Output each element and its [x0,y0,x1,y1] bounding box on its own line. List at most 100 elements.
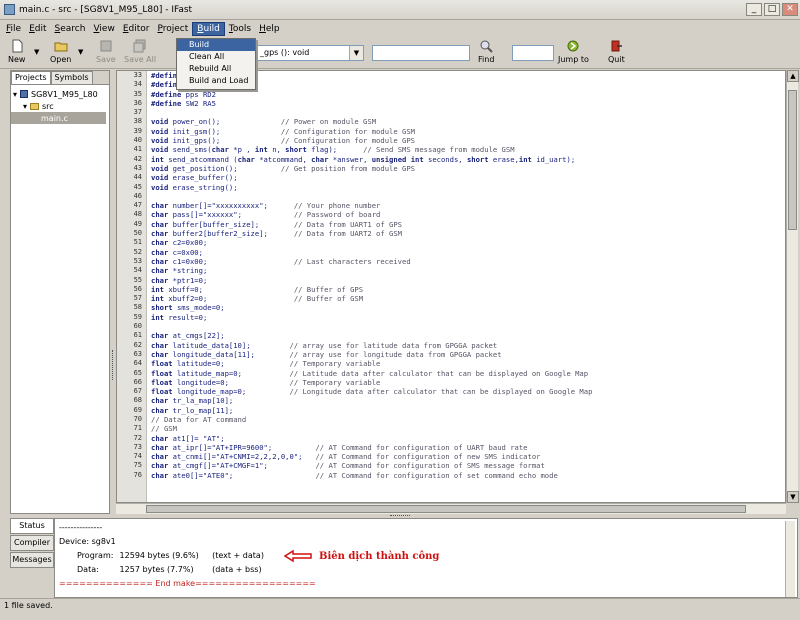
code-line[interactable]: void get_position(); // Get position fro… [151,164,781,173]
code-line[interactable]: float latitude_map=0; // Latitude data a… [151,369,781,378]
code-line[interactable]: void send_sms(char *p , int n, short fla… [151,145,781,154]
menu-item-build[interactable]: Build [177,39,255,51]
splitter-grip[interactable] [112,350,114,380]
save-button[interactable]: Save [96,39,116,64]
tab-status[interactable]: Status [10,518,54,534]
editor-horizontal-scrollbar[interactable] [116,503,786,514]
tree-project-node[interactable]: ▾ SG8V1_M95_L80 [13,88,107,100]
code-line[interactable]: float longitude=0; // Temporary variable [151,378,781,387]
code-line[interactable]: void init_gsm(); // Configuration for mo… [151,127,781,136]
tab-compiler[interactable]: Compiler [10,535,54,551]
menu-file[interactable]: File [2,23,25,35]
code-line[interactable]: char at_cmgs[22]; [151,331,781,340]
menu-bar: File Edit Search View Editor Project Build Tool… [0,21,800,37]
code-line[interactable]: char c=0x00; [151,248,781,257]
expand-icon[interactable]: ▾ [13,90,17,99]
annotation-text: Biên dịch thành công [319,550,440,562]
close-button[interactable]: ✕ [782,3,798,16]
code-line[interactable]: char *ptr1=0; [151,276,781,285]
tab-symbols[interactable]: Symbols [50,71,93,84]
tab-projects[interactable]: Projects [11,71,51,84]
output-scrollbar[interactable] [785,521,795,597]
minimize-button[interactable]: _ [746,3,762,16]
code-line[interactable]: char buffer2[buffer2_size]; // Data from… [151,229,781,238]
code-line[interactable]: // GSM [151,424,781,433]
code-line[interactable]: char *string; [151,266,781,275]
code-line[interactable] [151,322,781,331]
scroll-up-arrow[interactable]: ▲ [787,70,799,82]
code-line[interactable]: void init_gps(); // Configuration for mo… [151,136,781,145]
menu-help[interactable]: Help [255,23,284,35]
open-dropdown-arrow[interactable]: ▼ [78,48,83,56]
scroll-down-arrow[interactable]: ▼ [787,491,799,503]
output-device: Device: sg8v1 [59,537,116,546]
line-number: 46 [133,191,142,200]
menu-item-build-and-load[interactable]: Build and Load [177,75,255,87]
tab-messages[interactable]: Messages [10,552,54,568]
code-line[interactable]: char longitude_data[11]; // array use fo… [151,350,781,359]
h-scroll-thumb[interactable] [146,505,746,513]
menu-tools[interactable]: Tools [225,23,255,35]
scroll-thumb[interactable] [788,90,797,230]
function-combo[interactable]: _gps (): void ▼ [256,45,364,61]
editor-vertical-scrollbar[interactable]: ▲ ▼ [786,70,799,503]
menu-search[interactable]: Search [51,23,90,35]
code-line[interactable]: char at_cnmi[]="AT+CNMI=2,2,2,0,0"; // A… [151,452,781,461]
code-line[interactable]: // Data for AT command [151,415,781,424]
code-line[interactable] [151,192,781,201]
menu-editor[interactable]: Editor [119,23,154,35]
code-line[interactable]: char c2=0x00; [151,238,781,247]
save-all-button[interactable]: Save All [124,39,156,64]
jump-to-input[interactable] [512,45,554,61]
new-dropdown-arrow[interactable]: ▼ [34,48,39,56]
new-button[interactable]: New [8,39,25,64]
code-line[interactable]: void power_on(); // Power on module GSM [151,117,781,126]
splitter-grip[interactable] [390,515,410,517]
line-number: 55 [133,275,142,284]
code-line[interactable]: char buffer[buffer_size]; // Data from U… [151,220,781,229]
code-line[interactable]: void erase_buffer(); [151,173,781,182]
code-line[interactable]: char latitude_data[10]; // array use for… [151,341,781,350]
new-file-icon [12,39,23,53]
code-line[interactable]: float latitude=0; // Temporary variable [151,359,781,368]
menu-view[interactable]: View [89,23,118,35]
code-area[interactable]: #define #define #define pps RD2 #define SW2… [151,71,781,480]
line-number: 40 [133,136,142,145]
code-line[interactable] [151,108,781,117]
chevron-down-icon[interactable]: ▼ [349,46,363,60]
menu-item-clean-all[interactable]: Clean All [177,51,255,63]
find-button[interactable]: Find [478,39,494,64]
maximize-button[interactable]: □ [764,3,780,16]
code-line[interactable]: char tr_lo_map[11]; [151,406,781,415]
menu-build[interactable]: Build [192,22,225,36]
code-line[interactable]: #define pps RD2 [151,90,781,99]
code-line[interactable]: char c1=0x00; // Last characters receive… [151,257,781,266]
quit-button[interactable]: Quit [608,39,625,64]
code-line[interactable]: char at_cmgf[]="AT+CMGF=1"; // AT Comman… [151,461,781,470]
menu-edit[interactable]: Edit [25,23,50,35]
open-button[interactable]: Open [50,39,71,64]
tree-folder-label: src [42,101,54,111]
code-line[interactable]: int result=0; [151,313,781,322]
code-editor[interactable]: 33 34 35 36 37 38 39 40 41 42 43 44 45 46 47 48 49 50 51 52… [116,70,786,503]
code-line[interactable]: #define SW2 RA5 [151,99,781,108]
code-line[interactable]: float longitude_map=0; // Longitude data… [151,387,781,396]
expand-icon[interactable]: ▾ [23,102,27,111]
code-line[interactable]: char at_ipr[]="AT+IPR=9600"; // AT Comma… [151,443,781,452]
code-line[interactable]: int xbuff2=0; // Buffer of GSM [151,294,781,303]
code-line[interactable]: void erase_string(); [151,183,781,192]
jump-to-button[interactable]: Jump to [558,39,589,64]
code-line[interactable]: char tr_la_map[10]; [151,396,781,405]
code-line[interactable]: char ate0[]="ATE0"; // AT Command for co… [151,471,781,480]
code-line[interactable]: int send_atcommand (char *atcommand, cha… [151,155,781,164]
menu-item-rebuild-all[interactable]: Rebuild All [177,63,255,75]
code-line[interactable]: short sms_mode=0; [151,303,781,312]
menu-project[interactable]: Project [153,23,192,35]
code-line[interactable]: char pass[]="xxxxxx"; // Password of boa… [151,210,781,219]
tree-file-node[interactable]: main.c [11,112,106,124]
tree-folder-node[interactable]: ▾ src [13,100,107,112]
find-input[interactable] [372,45,470,61]
code-line[interactable]: char number[]="xxxxxxxxxx"; // Your phon… [151,201,781,210]
code-line[interactable]: char at1[]= "AT"; [151,434,781,443]
code-line[interactable]: int xbuff=0; // Buffer of GPS [151,285,781,294]
